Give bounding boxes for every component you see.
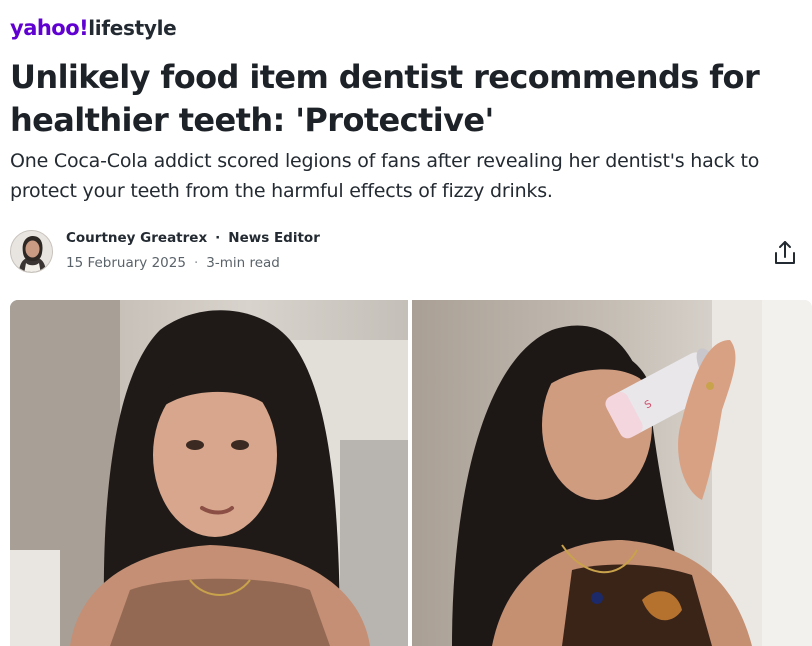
- share-icon: [775, 241, 795, 264]
- article-image-right[interactable]: S: [412, 300, 812, 646]
- brand-logo[interactable]: yahoo! lifestyle: [10, 16, 177, 46]
- share-button[interactable]: [770, 238, 800, 268]
- author-role: News Editor: [228, 230, 320, 246]
- author-byline: Courtney Greatrex · News Editor: [66, 230, 320, 246]
- author-avatar[interactable]: [10, 230, 53, 273]
- author-name[interactable]: Courtney Greatrex: [66, 230, 207, 246]
- article-summary: One Coca-Cola addict scored legions of f…: [10, 150, 760, 202]
- article-meta: 15 February 2025 · 3-min read: [66, 255, 280, 271]
- meta-separator: ·: [193, 255, 199, 271]
- section-name: lifestyle: [88, 16, 177, 40]
- byline-separator: ·: [215, 230, 221, 246]
- article-image-left[interactable]: [10, 300, 408, 646]
- article-headline: Unlikely food item dentist recommends fo…: [10, 58, 760, 139]
- read-time: 3-min read: [206, 255, 280, 271]
- yahoo-logo: yahoo!: [10, 16, 89, 40]
- publish-date: 15 February 2025: [66, 255, 186, 271]
